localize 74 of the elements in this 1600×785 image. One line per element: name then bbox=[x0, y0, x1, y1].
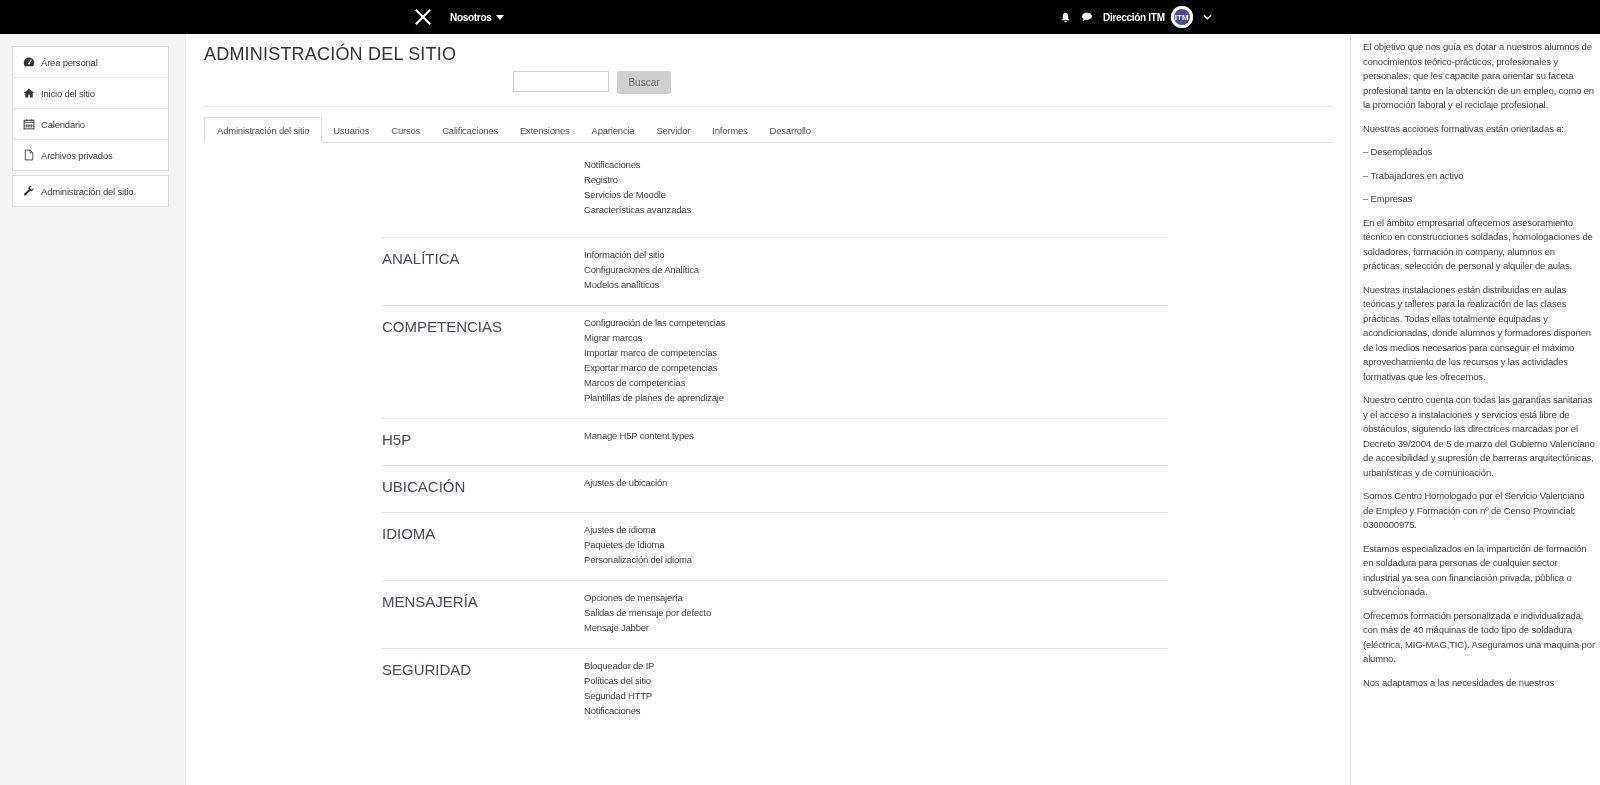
search-button[interactable]: Buscar bbox=[617, 71, 671, 94]
admin-link[interactable]: Mensaje Jabber bbox=[584, 620, 649, 635]
tab[interactable]: Informes bbox=[701, 117, 759, 143]
sidebar-item[interactable]: Archivos privados bbox=[13, 139, 168, 170]
caret-icon bbox=[495, 14, 504, 20]
admin-link[interactable]: Notificaciones bbox=[584, 157, 641, 172]
file-icon bbox=[23, 149, 35, 161]
info-paragraph: El objetivo que nos guía es dotar a nuestros alumnos de conocimientos teórico-prácticos, profesionales y personales, que les capacite para orientar su faceta profesional tanto en la obtención de un empleo, como en la promoción laboral y el reciclaje profesional. bbox=[1363, 40, 1595, 112]
admin-link[interactable]: Notificaciones bbox=[584, 703, 641, 718]
admin-link[interactable]: Salidas de mensaje por defecto bbox=[584, 605, 712, 620]
admin-link[interactable]: Información del sitio bbox=[584, 247, 665, 262]
info-paragraph: Ofrecemos formación personalizada e individualizada, con más de 40 máquinas de todo tipo de soldadura (eléctrica, MIG-MAG,TIC). Aseguramos una maquina por alumno. bbox=[1363, 608, 1596, 666]
admin-link[interactable]: Bloqueador de IP bbox=[584, 658, 655, 673]
tab[interactable]: Servidor bbox=[645, 117, 702, 143]
dashboard-icon bbox=[23, 56, 35, 68]
home-icon bbox=[23, 87, 35, 99]
wrench-icon bbox=[23, 185, 35, 197]
tab[interactable]: Usuarios bbox=[322, 117, 381, 143]
calendar-icon bbox=[23, 118, 35, 130]
tab[interactable]: Apariencia bbox=[580, 117, 646, 143]
admin-link[interactable]: Ajustes de idioma bbox=[584, 522, 656, 537]
tab[interactable]: Desarrollo bbox=[758, 117, 822, 143]
admin-link[interactable]: Personalización del idioma bbox=[584, 552, 692, 567]
admin-link[interactable]: Modelos analíticos bbox=[584, 277, 660, 292]
close-icon[interactable] bbox=[414, 8, 432, 26]
search-field[interactable] bbox=[513, 71, 609, 92]
admin-link[interactable]: Exportar marco de competencias bbox=[584, 360, 718, 375]
info-paragraph: Somos Centro Homologado por el Servicio Valenciano de Empleo y Formación con nº de Censo Provincial: 0300000975. bbox=[1363, 489, 1586, 532]
info-paragraph: Estamos especializados en la impartición de formación en soldadura para personas de cualquier sector industrial ya sea con financiación privada, pública o subvencionada. bbox=[1363, 541, 1588, 599]
tab[interactable]: Extensiones bbox=[508, 117, 581, 143]
sidebar-item[interactable]: Administración del sitio bbox=[13, 176, 168, 206]
section-heading: IDIOMA bbox=[382, 524, 437, 544]
info-paragraph: – Desempleados bbox=[1363, 145, 1434, 159]
admin-link[interactable]: Marcos de competencias bbox=[584, 375, 686, 390]
info-paragraph: – Empresas bbox=[1363, 192, 1414, 206]
admin-link[interactable]: Plantillas de planes de aprendizaje bbox=[584, 390, 724, 405]
admin-link[interactable]: Servicios de Moodle bbox=[584, 187, 666, 202]
chat-icon[interactable] bbox=[1081, 12, 1093, 22]
admin-link[interactable]: Seguridad HTTP bbox=[584, 688, 652, 703]
page-title: ADMINISTRACIÓN DEL SITIO bbox=[204, 44, 458, 65]
info-paragraph: – Trabajadores en activo bbox=[1363, 168, 1465, 183]
admin-link[interactable]: Registro bbox=[584, 172, 618, 187]
sidebar-item[interactable]: Inicio del sitio bbox=[13, 77, 168, 108]
sidebar-item[interactable]: Área personal bbox=[13, 47, 168, 77]
admin-link[interactable]: Características avanzadas bbox=[584, 202, 691, 217]
admin-link[interactable]: Políticas del sitio bbox=[584, 673, 651, 688]
info-paragraph: Nuestras acciones formativas están orientadas a: bbox=[1363, 121, 1565, 136]
tab[interactable]: Administración del sitio bbox=[204, 117, 323, 143]
admin-link[interactable]: Paquetes de idioma bbox=[584, 537, 665, 552]
user-name[interactable]: Dirección ITM bbox=[1103, 11, 1165, 23]
sidebar-item[interactable]: Calendario bbox=[13, 108, 168, 139]
section-heading: COMPETENCIAS bbox=[382, 317, 503, 337]
section-heading: H5P bbox=[382, 430, 413, 450]
admin-link[interactable]: Importar marco de competencias bbox=[584, 345, 717, 360]
chevron-down-icon[interactable] bbox=[1202, 14, 1212, 20]
section-heading: UBICACIÓN bbox=[382, 477, 467, 497]
tab[interactable]: Cursos bbox=[380, 117, 432, 143]
info-paragraph: Nuestras instalaciones están distribuidas en aulas teóricas y talleres para la realización de las clases prácticas. Todas ellas totalmente equipadas y acondicionadas, donde alumnos y formadores disponen de los medios necesarios para conseguir el máximo aprovechamiento de los recursos y las actividades formativas que les ofrecemos. bbox=[1363, 282, 1592, 384]
section-heading: MENSAJERÍA bbox=[382, 592, 479, 612]
bell-icon[interactable] bbox=[1060, 11, 1071, 23]
section-heading: SEGURIDAD bbox=[382, 660, 473, 680]
admin-link[interactable]: Configuración de las competencias bbox=[584, 315, 726, 330]
admin-link[interactable]: Opciones de mensajería bbox=[584, 590, 683, 605]
info-paragraph: Nuestro centro cuenta con todas las garantías sanitarias y el acceso a instalaciones y servicios está libre de obstáculos, siguiendo las directrices marcadas por el Decreto 39/2004 de 5 de marzo del Gobierno Valenciano de accesibilidad y supresión de barreras arquitectónicas, urbanísticas y de comunicación. bbox=[1363, 393, 1596, 480]
admin-link[interactable]: Configuraciones de Analítica bbox=[584, 262, 699, 277]
section-heading: ANALÍTICA bbox=[382, 249, 461, 269]
info-paragraph: Nos adaptamos a las necesidades de nuestros bbox=[1363, 675, 1556, 690]
admin-link[interactable]: Ajustes de ubicación bbox=[584, 475, 668, 490]
tab[interactable]: Calificaciones bbox=[431, 117, 509, 143]
admin-link[interactable]: Manage H5P content types bbox=[584, 428, 694, 443]
admin-link[interactable]: Migrar marcos bbox=[584, 330, 643, 345]
nav-menu-button[interactable]: Nosotros bbox=[450, 11, 504, 23]
user-avatar[interactable]: ITM bbox=[1170, 6, 1193, 28]
info-paragraph: En el ámbito empresarial ofrecemos asesoramiento técnico en construcciones soldadas, homologaciones de soldadores, formación in company, alumnos en prácticas, selección de personal y alquiler de aulas. bbox=[1363, 215, 1594, 273]
